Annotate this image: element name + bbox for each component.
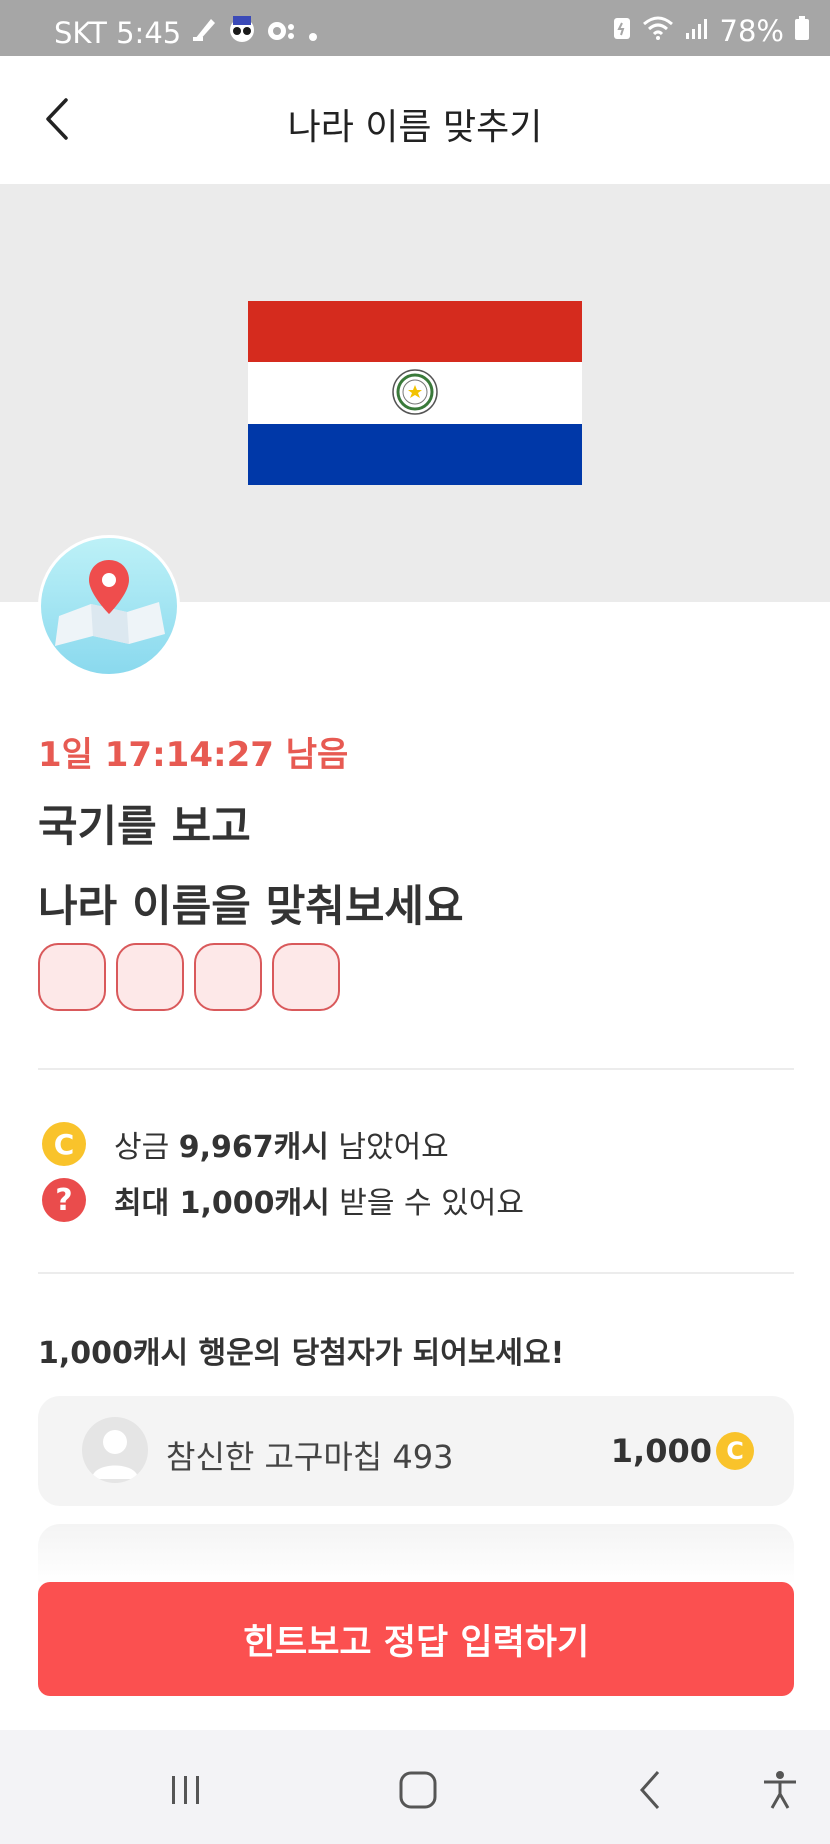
recent-apps-button[interactable] xyxy=(164,1768,208,1812)
system-back-button[interactable] xyxy=(630,1768,674,1812)
flag-blue-stripe xyxy=(248,423,582,485)
home-button[interactable] xyxy=(396,1768,440,1812)
carrier-time: SKT 5:45 xyxy=(54,15,182,50)
app-header: 나라 이름 맞추기 xyxy=(0,56,830,184)
coin-icon: C xyxy=(716,1432,754,1470)
dot-icon xyxy=(307,16,319,50)
answer-boxes xyxy=(38,943,340,1011)
battery-percent: 78% xyxy=(719,14,784,48)
character-notification-icon xyxy=(227,14,257,51)
battery-icon xyxy=(794,14,810,48)
accessibility-button[interactable] xyxy=(758,1768,802,1812)
winners-heading: 1,000캐시 행운의 당첨자가 되어보세요! xyxy=(38,1336,565,1371)
page-title: 나라 이름 맞추기 xyxy=(287,107,543,148)
winner-list-item xyxy=(38,1524,794,1584)
wifi-icon xyxy=(642,14,674,48)
answer-box xyxy=(38,943,106,1011)
divider xyxy=(38,1272,794,1274)
status-bar: SKT 5:45 78% xyxy=(0,0,830,56)
max-reward-text: 최대 1,000캐시 받을 수 있어요 xyxy=(114,1186,524,1221)
answer-box xyxy=(194,943,262,1011)
accessibility-icon xyxy=(764,1771,796,1809)
home-icon xyxy=(399,1771,437,1809)
answer-box xyxy=(272,943,340,1011)
coin-icon: C xyxy=(42,1122,86,1166)
system-nav-bar xyxy=(0,1730,830,1844)
answer-box xyxy=(116,943,184,1011)
app-notification-icon xyxy=(191,15,217,50)
prize-remaining-row: C 상금 9,967캐시 남았어요 xyxy=(42,1122,449,1166)
paraguay-flag-image xyxy=(248,301,582,485)
recent-apps-icon xyxy=(172,1776,199,1804)
flag-red-stripe xyxy=(248,301,582,363)
prize-remaining-text: 상금 9,967캐시 남았어요 xyxy=(114,1130,449,1165)
battery-saver-icon xyxy=(612,14,632,48)
map-pin-icon xyxy=(55,560,165,646)
max-reward-row: ? 최대 1,000캐시 받을 수 있어요 xyxy=(42,1178,524,1222)
signal-icon xyxy=(684,14,710,48)
quiz-title-line2: 나라 이름을 맞춰보세요 xyxy=(38,882,464,932)
map-pin-avatar xyxy=(38,535,180,677)
divider xyxy=(38,1068,794,1070)
winner-amount: 1,000 xyxy=(610,1432,712,1470)
status-left: SKT 5:45 xyxy=(54,14,319,51)
countdown-timer: 1일 17:14:27 남음 xyxy=(38,735,349,775)
status-right: 78% xyxy=(612,14,810,48)
winner-name: 참신한 고구마칩 493 xyxy=(166,1438,454,1476)
winner-list-item: 참신한 고구마칩 493 1,000 C xyxy=(38,1396,794,1506)
user-avatar-icon xyxy=(82,1417,148,1483)
flag-emblem-icon xyxy=(392,369,438,416)
chat-notification-icon xyxy=(267,16,297,50)
back-icon xyxy=(639,1771,660,1809)
question-icon: ? xyxy=(42,1178,86,1222)
flag-white-stripe xyxy=(248,362,582,424)
hint-answer-button[interactable]: 힌트보고 정답 입력하기 xyxy=(38,1582,794,1696)
quiz-title-line1: 국기를 보고 xyxy=(38,802,251,852)
